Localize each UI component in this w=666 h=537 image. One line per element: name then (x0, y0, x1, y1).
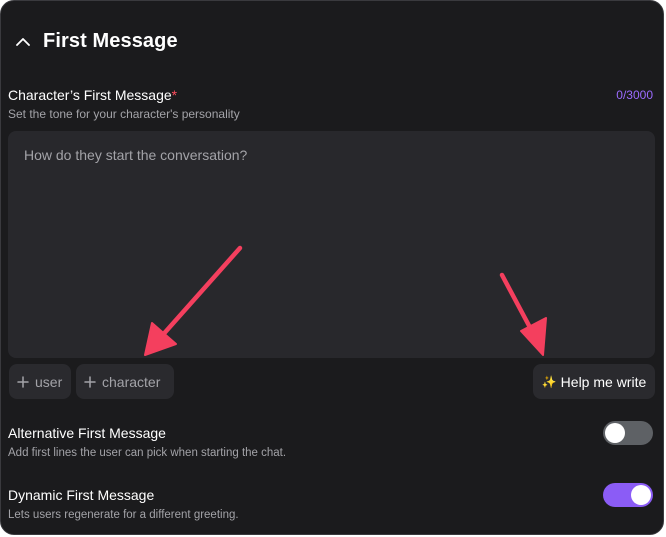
insert-character-button[interactable]: character (76, 364, 174, 399)
alternative-first-message-toggle[interactable] (603, 421, 653, 445)
required-marker: * (171, 87, 178, 103)
section-header[interactable]: First Message (15, 25, 178, 57)
dynamic-first-message-setting: Dynamic First Message Lets users regener… (8, 487, 651, 521)
dynamic-first-message-title: Dynamic First Message (8, 487, 155, 503)
first-message-label: Character’s First Message* (8, 87, 177, 103)
first-message-panel: First Message Character’s First Message*… (0, 0, 664, 535)
dynamic-first-message-toggle[interactable] (603, 483, 653, 507)
dynamic-first-message-description: Lets users regenerate for a different gr… (8, 509, 239, 521)
alternative-first-message-description: Add first lines the user can pick when s… (8, 447, 287, 459)
insert-character-label: character (102, 373, 161, 390)
toggle-knob (605, 423, 625, 443)
plus-icon (84, 375, 96, 388)
sparkles-icon: ✨ (541, 374, 557, 389)
help-me-write-button[interactable]: ✨ Help me write (533, 364, 655, 399)
chevron-up-icon[interactable] (15, 33, 31, 49)
insert-user-label: user (35, 373, 63, 390)
first-message-placeholder: How do they start the conversation? (24, 147, 248, 163)
section-title: First Message (43, 29, 178, 52)
first-message-textarea[interactable]: How do they start the conversation? (8, 131, 655, 358)
alternative-first-message-title: Alternative First Message (8, 425, 166, 441)
first-message-label-row: Character’s First Message* 0/3000 (8, 87, 653, 105)
character-counter: 0/3000 (616, 88, 653, 102)
help-me-write-label: Help me write (560, 373, 647, 390)
alternative-first-message-setting: Alternative First Message Add first line… (8, 425, 651, 459)
plus-icon (17, 375, 29, 388)
toggle-knob (631, 485, 651, 505)
first-message-description: Set the tone for your character's person… (8, 107, 240, 121)
insert-user-button[interactable]: user (9, 364, 71, 399)
first-message-label-text: Character’s First Message (8, 87, 172, 103)
